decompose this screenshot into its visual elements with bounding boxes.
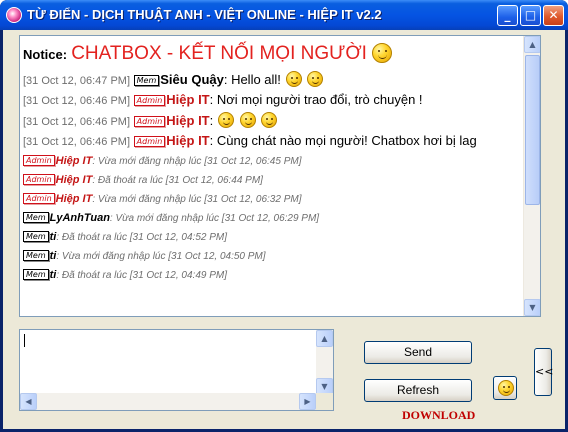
message-timestamp: [31 Oct 12, 06:46 PM] xyxy=(23,116,131,128)
notice-line: Notice: CHATBOX - KẾT NỐI MỌI NGƯỜI xyxy=(23,42,522,68)
emoticon-icon xyxy=(261,112,278,128)
chat-message: [31 Oct 12, 06:46 PM] Admin Hiệp IT: Cùng… xyxy=(23,133,522,150)
app-icon xyxy=(6,7,22,23)
input-scroll-up-icon[interactable]: ▲ xyxy=(316,330,333,347)
message-list: [31 Oct 12, 06:47 PM] Mem Siêu Quậy: Hell… xyxy=(23,71,522,150)
chat-log[interactable]: Notice: CHATBOX - KẾT NỐI MỌI NGƯỜI [31 … xyxy=(19,35,541,317)
download-link[interactable]: DOWNLOAD xyxy=(402,408,475,423)
admin-badge-icon: Admin xyxy=(23,174,55,185)
scroll-corner xyxy=(316,393,333,410)
chat-message: [31 Oct 12, 06:46 PM] Admin Hiệp IT: xyxy=(23,112,522,130)
event-text: : Vừa mới đăng nhập lúc [31 Oct 12, 06:2… xyxy=(109,213,320,224)
admin-badge-icon: Admin xyxy=(23,193,55,204)
input-scroll-left-icon[interactable]: ◀ xyxy=(20,393,37,410)
message-timestamp: [31 Oct 12, 06:46 PM] xyxy=(23,136,131,148)
chat-message: [31 Oct 12, 06:46 PM] Admin Hiệp IT: Nơi … xyxy=(23,92,522,109)
system-event: Mem LyAnhTuan: Vừa mới đăng nhập lúc [31 … xyxy=(23,211,522,226)
client-area: Notice: CHATBOX - KẾT NỐI MỌI NGƯỜI [31 … xyxy=(3,30,565,429)
message-input[interactable]: ▲ ▼ ◀ ▶ xyxy=(19,329,334,411)
scroll-thumb[interactable] xyxy=(525,55,540,205)
emoticon-icon xyxy=(239,112,256,128)
toggle-panel-button[interactable]: << xyxy=(534,348,553,396)
emoticon-icon xyxy=(217,112,234,128)
title-bar[interactable]: TỪ ĐIỂN - DỊCH THUẬT ANH - VIỆT ONLINE -… xyxy=(0,0,568,30)
event-text: : Đã thoát ra lúc [31 Oct 12, 04:49 PM] xyxy=(56,270,228,281)
system-event: Admin Hiệp IT: Đã thoát ra lúc [31 Oct 12… xyxy=(23,173,522,188)
message-author[interactable]: Hiệp IT xyxy=(166,113,209,128)
mem-badge-icon: Mem xyxy=(23,212,49,223)
admin-badge-icon: Admin xyxy=(133,136,166,147)
emoticon-icon xyxy=(285,71,302,87)
admin-badge-icon: Admin xyxy=(133,116,166,127)
maximize-button[interactable]: □ xyxy=(520,5,541,26)
app-window: TỪ ĐIỂN - DỊCH THUẬT ANH - VIỆT ONLINE -… xyxy=(0,0,568,432)
grin-emoticon-icon xyxy=(372,43,393,63)
message-author[interactable]: Siêu Quậy xyxy=(160,72,224,87)
system-event: Mem ti: Đã thoát ra lúc [31 Oct 12, 04:52… xyxy=(23,230,522,245)
mem-badge-icon: Mem xyxy=(133,75,160,86)
notice-text: CHATBOX - KẾT NỐI MỌI NGƯỜI xyxy=(71,43,367,64)
smiley-icon xyxy=(498,380,514,396)
mem-badge-icon: Mem xyxy=(23,231,49,242)
window-title: TỪ ĐIỂN - DỊCH THUẬT ANH - VIỆT ONLINE -… xyxy=(27,7,382,22)
input-horizontal-scrollbar[interactable]: ◀ ▶ xyxy=(20,393,316,410)
event-user[interactable]: LyAnhTuan xyxy=(50,212,110,224)
event-text: : Vừa mới đăng nhập lúc [31 Oct 12, 06:4… xyxy=(92,156,302,167)
system-event: Admin Hiệp IT: Vừa mới đăng nhập lúc [31 … xyxy=(23,154,522,169)
message-author[interactable]: Hiệp IT xyxy=(166,133,209,148)
event-text: : Đã thoát ra lúc [31 Oct 12, 04:52 PM] xyxy=(56,232,228,243)
event-text: : Vừa mới đăng nhập lúc [31 Oct 12, 04:5… xyxy=(56,251,266,262)
input-scroll-right-icon[interactable]: ▶ xyxy=(299,393,316,410)
chat-scrollbar[interactable]: ▲ ▼ xyxy=(523,36,540,316)
minimize-button[interactable]: _ xyxy=(497,5,518,26)
scroll-up-icon[interactable]: ▲ xyxy=(524,36,540,53)
system-event: Mem ti: Vừa mới đăng nhập lúc [31 Oct 12,… xyxy=(23,249,522,264)
event-user[interactable]: Hiệp IT xyxy=(56,155,93,167)
admin-badge-icon: Admin xyxy=(23,155,55,166)
event-text: : Vừa mới đăng nhập lúc [31 Oct 12, 06:3… xyxy=(92,194,302,205)
message-text: : xyxy=(209,113,214,128)
chat-message: [31 Oct 12, 06:47 PM] Mem Siêu Quậy: Hell… xyxy=(23,71,522,89)
chat-content: Notice: CHATBOX - KẾT NỐI MỌI NGƯỜI [31 … xyxy=(20,36,524,316)
event-user[interactable]: Hiệp IT xyxy=(56,174,93,186)
event-text: : Đã thoát ra lúc [31 Oct 12, 06:44 PM] xyxy=(92,175,263,186)
system-event: Admin Hiệp IT: Vừa mới đăng nhập lúc [31 … xyxy=(23,192,522,207)
message-text: : Nơi mọi người trao đổi, trò chuyện ! xyxy=(209,92,423,107)
refresh-button[interactable]: Refresh xyxy=(364,379,472,402)
emoticon-picker-button[interactable] xyxy=(493,376,517,400)
admin-badge-icon: Admin xyxy=(133,95,166,106)
message-timestamp: [31 Oct 12, 06:46 PM] xyxy=(23,95,131,107)
message-text: : Hello all! xyxy=(223,72,281,87)
message-text: : Cùng chát nào mọi người! Chatbox hơi b… xyxy=(209,133,477,148)
send-button[interactable]: Send xyxy=(364,341,472,364)
close-button[interactable]: ✕ xyxy=(543,5,564,26)
input-vertical-scrollbar[interactable]: ▲ ▼ xyxy=(316,330,333,395)
notice-label: Notice: xyxy=(23,47,68,62)
scroll-down-icon[interactable]: ▼ xyxy=(524,299,540,316)
event-user[interactable]: Hiệp IT xyxy=(56,193,93,205)
text-caret xyxy=(24,334,25,347)
system-event-list: Admin Hiệp IT: Vừa mới đăng nhập lúc [31 … xyxy=(23,154,522,283)
message-author[interactable]: Hiệp IT xyxy=(166,92,209,107)
mem-badge-icon: Mem xyxy=(23,250,49,261)
emoticon-icon xyxy=(307,71,324,87)
mem-badge-icon: Mem xyxy=(23,269,49,280)
system-event: Mem ti: Đã thoát ra lúc [31 Oct 12, 04:49… xyxy=(23,268,522,283)
message-timestamp: [31 Oct 12, 06:47 PM] xyxy=(23,75,131,87)
